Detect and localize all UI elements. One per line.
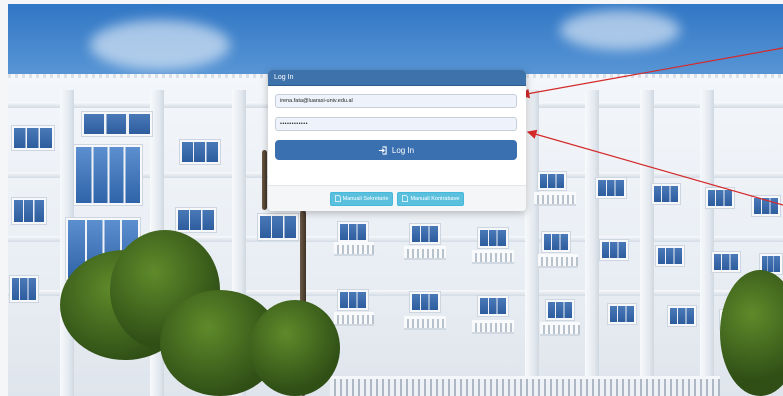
manual-accounting-button[interactable]: Manuali Kontrabave xyxy=(397,191,465,206)
login-form: Log In xyxy=(268,86,526,160)
sign-in-icon xyxy=(378,145,387,155)
arrow-to-email xyxy=(519,47,783,99)
login-panel: Log In Log In Manuali Sekretarie Manuali… xyxy=(268,70,526,211)
manuals-bar: Manuali Sekretarie Manuali Kontrabave xyxy=(268,185,526,211)
login-button-label: Log In xyxy=(391,145,415,155)
email-input[interactable] xyxy=(275,94,517,108)
document-icon xyxy=(402,195,409,202)
manual-accounting-label: Manuali Kontrabave xyxy=(410,195,460,202)
manual-secretary-button[interactable]: Manuali Sekretarie xyxy=(329,191,394,206)
manual-secretary-label: Manuali Sekretarie xyxy=(342,195,389,202)
password-input[interactable] xyxy=(275,117,517,131)
document-icon xyxy=(334,195,341,202)
login-button[interactable]: Log In xyxy=(275,140,517,160)
arrow-to-password xyxy=(526,129,783,206)
login-panel-title: Log In xyxy=(268,70,526,86)
